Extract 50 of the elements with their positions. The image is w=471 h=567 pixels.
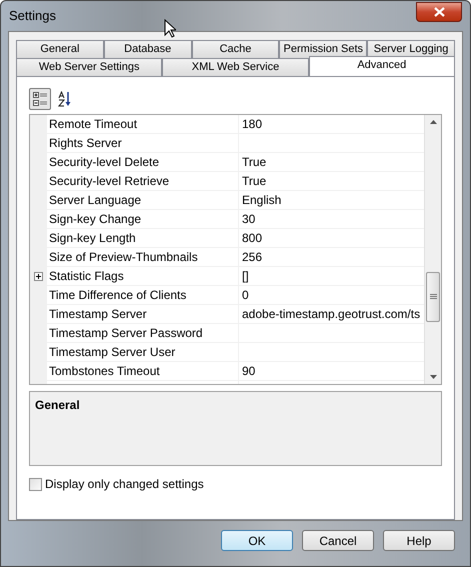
property-name: Timestamp Server Password: [49, 325, 203, 342]
property-value: 30: [242, 211, 256, 228]
property-name: Time Difference of Clients: [49, 287, 186, 304]
close-icon: [434, 7, 444, 17]
grip-icon: [430, 294, 436, 300]
property-value: True: [242, 173, 266, 190]
property-name: Size of Preview-Thumbnails: [49, 249, 198, 266]
property-name: Timestamp Server: [49, 306, 147, 323]
tab[interactable]: Web Server Settings: [16, 58, 162, 76]
property-value: English: [242, 192, 282, 209]
window-title: Settings: [9, 7, 56, 26]
categorized-icon: [33, 92, 47, 106]
checkbox-label: Display only changed settings: [45, 476, 204, 493]
property-name: Remote Timeout: [49, 116, 138, 133]
property-value: 256: [242, 249, 262, 266]
sort-az-icon: [58, 91, 72, 107]
scroll-down-icon[interactable]: [430, 375, 436, 379]
tab[interactable]: Advanced: [308, 56, 455, 76]
property-name: Rights Server: [49, 135, 122, 152]
property-value: 0: [242, 287, 249, 304]
property-name: Security-level Delete: [49, 154, 160, 171]
property-name: Security-level Retrieve: [49, 173, 170, 190]
property-name: Timestamp Server User: [49, 344, 176, 361]
property-value: adobe-timestamp.geotrust.com/ts: [242, 306, 420, 323]
property-name: Statistic Flags: [49, 268, 124, 285]
property-name: Sign-key Change: [49, 211, 142, 228]
description-title: General: [35, 398, 80, 412]
tab[interactable]: Cache: [192, 40, 280, 58]
property-value: []: [242, 268, 249, 285]
property-value: True: [242, 154, 266, 171]
dialog-button[interactable]: Help: [383, 530, 455, 551]
dialog-button[interactable]: OK: [221, 530, 293, 551]
expand-icon[interactable]: [34, 272, 43, 280]
checkbox[interactable]: [29, 478, 42, 490]
property-name: Tombstones Timeout: [49, 363, 160, 380]
close-button[interactable]: [416, 2, 462, 22]
scroll-up-icon[interactable]: [430, 120, 436, 124]
cursor-icon: [164, 19, 176, 38]
property-name: Server Language: [49, 192, 142, 209]
property-value: 90: [242, 363, 256, 380]
property-name: Sign-key Length: [49, 230, 136, 247]
tab[interactable]: XML Web Service: [162, 58, 309, 76]
tab[interactable]: Permission Sets: [279, 40, 368, 58]
categorized-button[interactable]: [29, 88, 51, 110]
tab[interactable]: General: [16, 40, 104, 58]
dialog-button[interactable]: Cancel: [302, 530, 374, 551]
scrollbar[interactable]: [424, 115, 441, 384]
property-value: 180: [242, 116, 262, 133]
property-value: 800: [242, 230, 262, 247]
tab[interactable]: Database: [104, 40, 192, 58]
